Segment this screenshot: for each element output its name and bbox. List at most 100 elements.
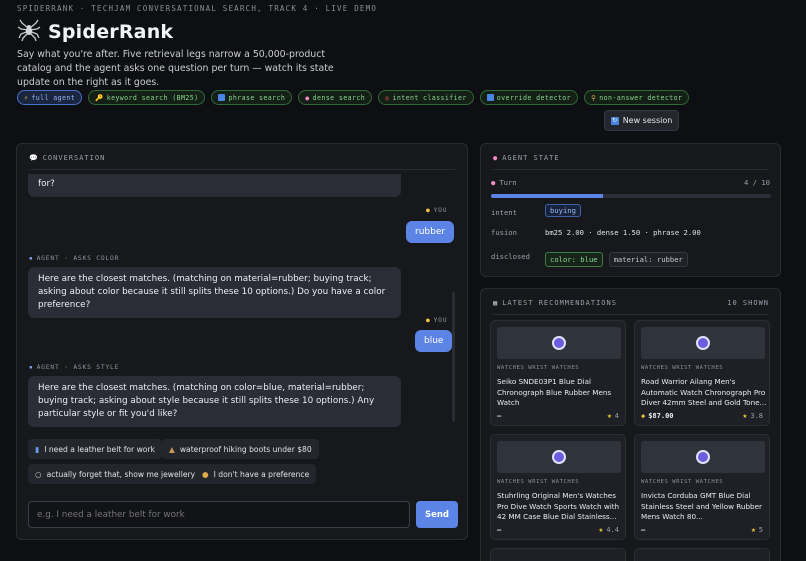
product-card[interactable]: WATCHES WRIST WATCHES Stuhrling Original… (490, 434, 626, 540)
disclosed-label: disclosed (491, 252, 530, 261)
disclosed-tag: color: blue (545, 252, 603, 267)
product-category: WATCHES WRIST WATCHES (641, 479, 724, 485)
key-icon: 🔑 (95, 93, 104, 102)
fusion-label: fusion (491, 228, 517, 237)
lightning-icon: ⚡ (24, 93, 29, 102)
suggestion-chip[interactable]: ● I don't have a preference (195, 464, 317, 484)
product-price: – (641, 525, 646, 534)
product-footer: – ★ 5 (641, 525, 763, 534)
conversation-panel: 💬 CONVERSATION for? ● YOU rubber ▪ AGENT… (16, 143, 468, 540)
product-rating: ★ 3.8 (742, 411, 763, 420)
brand: SpiderRank (17, 18, 173, 46)
conversation-header: 💬 CONVERSATION (29, 154, 106, 162)
intent-value: buying (545, 204, 581, 217)
chip-keyword-search[interactable]: 🔑 keyword search (BM25) (88, 90, 206, 105)
recommendations-count: 10 SHOWN (727, 299, 769, 307)
brain-icon: ● (493, 154, 499, 162)
star-icon: ★ (606, 411, 612, 420)
agent-role-label: ▪ AGENT · ASKS STYLE (29, 364, 120, 371)
magnifier-icon: ⚲ (591, 93, 597, 102)
product-card[interactable]: WATCHES WRIST WATCHES Seiko SNDE03P1 Blu… (490, 320, 626, 426)
target-icon: ◎ (385, 93, 390, 102)
page-title: SpiderRank (48, 21, 174, 43)
product-category: WATCHES WRIST WATCHES (497, 479, 580, 485)
agent-message: Here are the closest matches. (matching … (28, 267, 401, 318)
recommendations-panel: ▦ LATEST RECOMMENDATIONS 10 SHOWN WATCHE… (480, 288, 781, 561)
agent-avatar-icon: ▪ (29, 364, 34, 371)
agent-avatar-icon: ▪ (29, 255, 34, 262)
brain-icon: ● (491, 178, 496, 187)
product-rating: ★ 5 (750, 525, 763, 534)
disclosed-tag: material: rubber (608, 252, 688, 267)
agent-state-header: ● AGENT STATE (493, 154, 560, 162)
star-icon: ★ (598, 525, 604, 534)
watch-icon (696, 336, 710, 350)
message-input[interactable] (28, 501, 410, 528)
speech-bubble-icon: 💬 (29, 154, 39, 162)
product-card[interactable]: WATCHES WRIST WATCHES Invicta Corduba GM… (634, 434, 770, 540)
agent-message-partial: for? (28, 174, 401, 197)
star-icon: ★ (742, 411, 748, 420)
product-rating: ★ 4.4 (598, 525, 619, 534)
divider (493, 169, 768, 170)
product-image (497, 441, 621, 473)
chip-phrase-search[interactable]: phrase search (211, 90, 293, 105)
product-title: Invicta Corduba GMT Blue Dial Stainless … (641, 491, 762, 521)
belt-icon: ▮ (35, 444, 40, 454)
product-image (641, 441, 765, 473)
agent-state-panel: ● AGENT STATE ● Turn 4 / 10 intent buyin… (480, 143, 781, 277)
send-button[interactable]: Send (416, 501, 458, 528)
boot-icon: ▲ (169, 444, 175, 454)
chip-override-detector[interactable]: override detector (479, 90, 579, 105)
phrase-icon (218, 94, 226, 101)
tagline: Say what you're after. Five retrieval le… (17, 49, 334, 88)
intent-badge: buying (545, 204, 581, 217)
user-message: blue (415, 330, 453, 352)
watch-icon (552, 450, 566, 464)
product-image (497, 327, 621, 359)
override-icon (486, 94, 494, 101)
product-card-partial[interactable] (490, 548, 626, 561)
chip-dense-search[interactable]: ● dense search (298, 90, 373, 105)
divider (29, 169, 455, 170)
suggestion-chip[interactable]: ○ actually forget that, show me jeweller… (28, 464, 203, 484)
product-card-partial[interactable] (634, 548, 770, 561)
divider (493, 314, 768, 315)
turn-label: ● Turn (491, 178, 517, 187)
product-category: WATCHES WRIST WATCHES (641, 365, 724, 371)
star-icon: ★ (750, 525, 756, 534)
watch-icon (696, 450, 710, 464)
ring-icon: ○ (35, 469, 42, 479)
product-card[interactable]: WATCHES WRIST WATCHES Road Warrior Ailan… (634, 320, 770, 426)
user-avatar-icon: ● (426, 207, 431, 214)
new-session-button[interactable]: ↻ New session (604, 110, 679, 131)
refresh-icon: ↻ (610, 116, 619, 125)
spider-icon (17, 18, 41, 46)
chip-non-answer-detector[interactable]: ⚲ non-answer detector (584, 90, 690, 105)
product-rating: ★ 4 (606, 411, 619, 420)
conversation-scrollbar[interactable] (452, 292, 455, 422)
recommendations-header: ▦ LATEST RECOMMENDATIONS (493, 299, 617, 307)
product-image (641, 327, 765, 359)
user-role-label: ● YOU (426, 207, 448, 214)
product-footer: ◆ $87.00 ★ 3.8 (641, 411, 763, 420)
product-price: – (497, 411, 502, 420)
chip-intent-classifier[interactable]: ◎ intent classifier (378, 90, 474, 105)
intent-label: intent (491, 208, 517, 217)
grid-icon: ▦ (493, 299, 499, 307)
watch-icon (552, 336, 566, 350)
product-footer: – ★ 4 (497, 411, 619, 420)
header-topline: SPIDERRANK · TECHJAM CONVERSATIONAL SEAR… (17, 4, 378, 13)
product-price: ◆ $87.00 (641, 411, 674, 420)
turn-value: 4 / 10 (744, 178, 770, 187)
shrug-icon: ● (202, 469, 209, 479)
suggestion-chip[interactable]: ▲ waterproof hiking boots under $80 (162, 439, 319, 459)
turn-progress-fill (491, 194, 603, 198)
product-category: WATCHES WRIST WATCHES (497, 365, 580, 371)
product-price: – (497, 525, 502, 534)
product-title: Stuhrling Original Men's Watches Pro Div… (497, 491, 620, 521)
chip-full-agent[interactable]: ⚡ full agent (17, 90, 83, 105)
suggestion-chip[interactable]: ▮ I need a leather belt for work (28, 439, 162, 459)
agent-message: Here are the closest matches. (matching … (28, 376, 401, 427)
turn-progress-bar (491, 194, 771, 198)
